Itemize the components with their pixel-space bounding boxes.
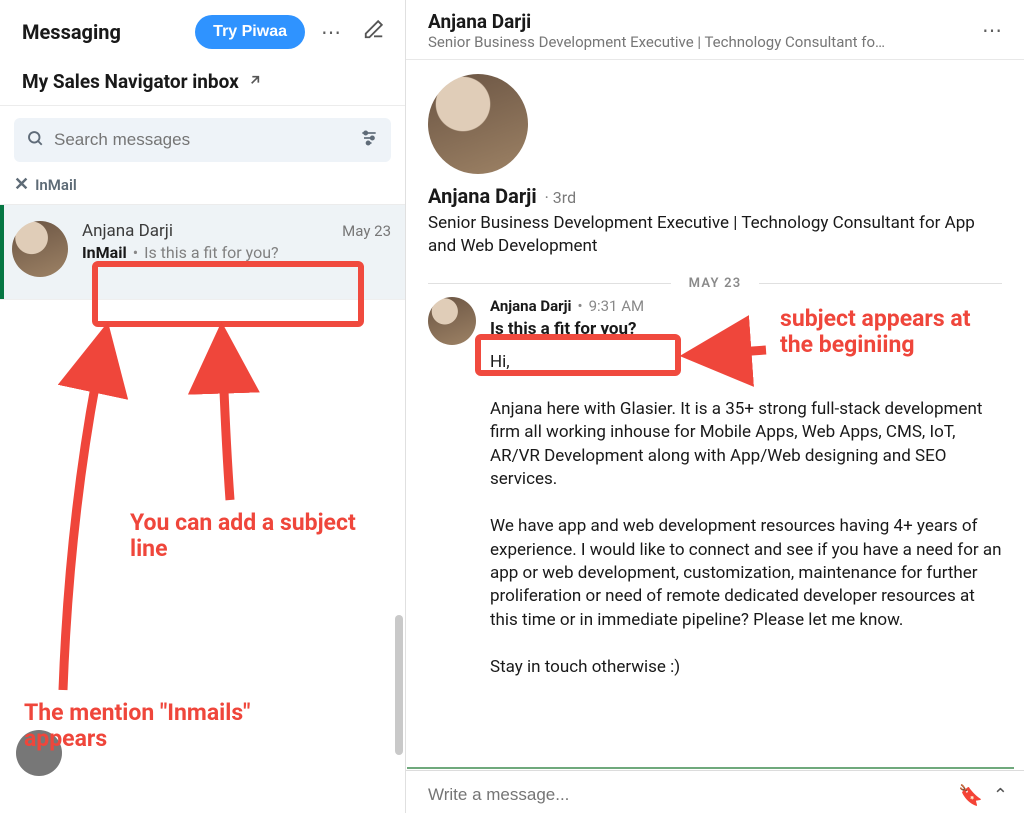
expand-icon[interactable]: ⌃ [993,785,1008,806]
conversation-name: Anjana Darji [82,221,173,241]
inbox-subheader[interactable]: My Sales Navigator inbox [22,70,239,93]
search-box[interactable] [14,118,391,162]
thread-header-subtitle: Senior Business Development Executive | … [428,33,966,51]
filter-chip-inmail[interactable]: ✕ InMail [14,176,77,194]
composer[interactable]: 🔖 ⌃ [406,770,1024,813]
conversation-date: May 23 [342,222,391,240]
conversation-list: Anjana Darji May 23 InMail • Is this a f… [0,205,405,813]
search-input[interactable] [54,130,349,150]
more-icon[interactable]: ⋯ [315,16,347,49]
profile-title: Senior Business Development Executive | … [428,212,1002,258]
thread-header-name: Anjana Darji [428,10,966,33]
search-icon [26,129,44,151]
conversation-preview: Is this a fit for you? [144,243,279,262]
date-divider: MAY 23 [428,276,1002,291]
conversation-item[interactable]: Anjana Darji May 23 InMail • Is this a f… [0,205,405,300]
message-time: 9:31 AM [589,297,645,315]
message: Anjana Darji • 9:31 AM Is this a fit for… [428,297,1002,679]
avatar [16,730,62,776]
inmail-tag: InMail [82,243,127,262]
close-icon[interactable]: ✕ [14,176,29,194]
filter-icon[interactable] [359,128,379,152]
avatar [12,221,68,277]
external-link-icon[interactable] [247,70,263,93]
thread-more-icon[interactable]: ⋯ [976,14,1008,47]
profile-name[interactable]: Anjana Darji [428,184,537,208]
messaging-title: Messaging [22,20,185,44]
profile-avatar[interactable] [428,74,528,174]
message-sender: Anjana Darji [490,297,572,315]
scrollbar[interactable] [395,615,403,755]
compose-icon[interactable] [357,14,391,50]
composer-input[interactable] [428,785,948,805]
profile-degree: · 3rd [545,188,576,207]
sidebar: Messaging Try Piwaa ⋯ My Sales Navigator… [0,0,406,813]
filter-chip-label: InMail [35,176,77,194]
message-body: Hi, Anjana here with Glasier. It is a 35… [490,351,1002,679]
message-subject: Is this a fit for you? [490,319,1002,339]
bookmark-icon[interactable]: 🔖 [958,783,983,807]
try-piwaa-button[interactable]: Try Piwaa [195,15,305,49]
conversation-panel: Anjana Darji Senior Business Development… [406,0,1024,813]
avatar [428,297,476,345]
